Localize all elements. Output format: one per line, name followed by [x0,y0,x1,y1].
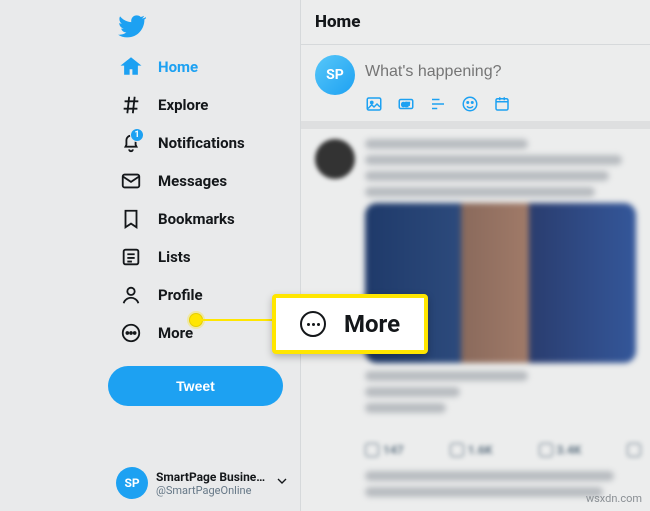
list-icon [120,246,142,268]
emoji-icon[interactable] [461,95,479,113]
callout-label: More [344,310,400,338]
mail-icon [120,170,142,192]
page-title: Home [301,0,650,45]
tweet-actions: 147 1.6K 3.4K [365,443,636,457]
bookmark-icon [120,208,142,230]
share-icon [627,443,641,457]
more-icon [120,322,142,344]
account-info: SmartPage Business... @SmartPageOnline [156,470,266,497]
sidebar-item-label: Explore [158,96,208,114]
watermark: wsxdn.com [586,492,642,505]
twitter-logo-icon[interactable] [118,12,146,40]
sidebar-item-label: Profile [158,286,203,304]
reply-icon [365,443,379,457]
tweet-button[interactable]: Tweet [108,366,283,406]
sidebar-item-bookmarks[interactable]: Bookmarks [108,200,247,238]
avatar: SP [116,467,148,499]
sidebar-item-label: Messages [158,172,227,190]
gif-icon[interactable]: GIF [397,95,415,113]
highlight-connector [198,319,273,321]
sidebar-item-label: Lists [158,248,191,266]
image-icon[interactable] [365,95,383,113]
main-column: Home SP GIF [300,0,650,511]
schedule-icon[interactable] [493,95,511,113]
like-action[interactable]: 3.4K [539,443,582,457]
account-switcher[interactable]: SP SmartPage Business... @SmartPageOnlin… [108,461,298,505]
notification-badge: 1 [130,128,144,142]
home-icon [120,56,142,78]
svg-text:GIF: GIF [402,102,410,108]
retweet-action[interactable]: 1.6K [450,443,493,457]
like-icon [539,443,553,457]
profile-icon [120,284,142,306]
sidebar-item-explore[interactable]: Explore [108,86,220,124]
more-icon [300,311,326,337]
sidebar-item-profile[interactable]: Profile [108,276,215,314]
app-root: Home Explore 1 Notifications Messages [0,0,650,511]
sidebar: Home Explore 1 Notifications Messages [0,0,300,511]
compose-input[interactable] [365,55,636,95]
poll-icon[interactable] [429,95,447,113]
compose-body: GIF [365,55,636,113]
callout-more: More [272,294,428,354]
share-action[interactable] [627,443,641,457]
retweet-icon [450,443,464,457]
chevron-down-icon [274,473,290,493]
sidebar-item-label: Home [158,58,198,76]
account-name: SmartPage Business... [156,470,266,484]
sidebar-item-label: Bookmarks [158,210,235,228]
sidebar-item-label: More [158,324,193,342]
sidebar-item-lists[interactable]: Lists [108,238,203,276]
avatar [315,139,355,179]
compose-toolbar: GIF [365,95,636,113]
avatar: SP [315,55,355,95]
account-handle: @SmartPageOnline [156,484,266,497]
sidebar-item-home[interactable]: Home [108,48,210,86]
reply-action[interactable]: 147 [365,443,404,457]
sidebar-item-label: Notifications [158,134,245,152]
sidebar-item-notifications[interactable]: 1 Notifications [108,124,257,162]
compose-box: SP GIF [301,45,650,129]
sidebar-item-messages[interactable]: Messages [108,162,239,200]
hash-icon [120,94,142,116]
